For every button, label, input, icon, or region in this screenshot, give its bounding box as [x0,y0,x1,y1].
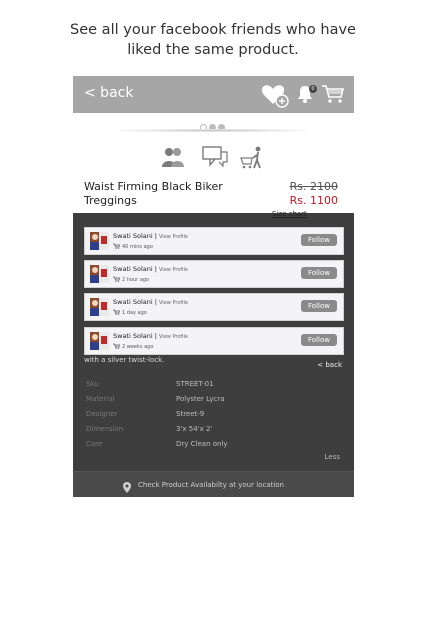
avatar[interactable] [90,265,109,283]
phone-screen: < back 0 Waist Firming Black Biker Tregg… [73,76,354,497]
product-name-line-2: Treggings [84,194,137,207]
follow-button[interactable]: Follow [301,300,337,312]
caption-line-1: See all your facebook friends who have [70,22,356,38]
like-card: Swati Solani | View Profile 2 hour ago F… [84,260,344,288]
spec-label-material: Material [86,395,115,403]
follow-button[interactable]: Follow [301,334,337,346]
spec-value-dimension: 3'x 54'x 2' [176,425,213,433]
spec-value-designer: Street-9 [176,410,205,418]
product-name: Waist Firming Black Biker Treggings [84,180,223,208]
friend-name[interactable]: Swati Solani [113,332,153,340]
view-profile-link[interactable]: View Profile [159,267,188,273]
mini-cart-icon [113,243,120,249]
caption: See all your facebook friends who have l… [0,20,426,60]
spec-value-material: Polyster Lycra [176,395,225,403]
original-price: Rs. 2100 [289,180,338,193]
mini-cart-icon [113,276,120,282]
mini-cart-icon [113,309,120,315]
chat-icon[interactable] [202,146,228,172]
avatar[interactable] [90,232,109,250]
availability-bar[interactable]: Check Product Availabilty at your locati… [73,471,354,497]
caption-line-2: liked the same product. [127,42,299,58]
follow-button[interactable]: Follow [301,267,337,279]
like-time: 40 mins ago [113,243,153,250]
time-text: 1 day ago [122,310,147,316]
less-toggle[interactable]: Less [325,453,340,461]
friend-name-line: Swati Solani | View Profile [113,232,188,240]
spec-label-sku: Sku [86,380,99,388]
view-profile-link[interactable]: View Profile [159,334,188,340]
details-back-link[interactable]: < back [317,361,342,369]
avatar[interactable] [90,332,109,350]
cart-icon[interactable] [321,84,345,108]
friend-name-line: Swati Solani | View Profile [113,265,188,273]
time-text: 40 mins ago [122,244,153,250]
location-pin-icon [123,478,131,497]
view-profile-link[interactable]: View Profile [159,234,188,240]
shopper-cart-icon[interactable] [239,146,265,174]
heart-plus-icon[interactable] [261,82,289,112]
like-card: Swati Solani | View Profile 2 weeks ago … [84,327,344,355]
like-card: Swati Solani | View Profile 1 day ago Fo… [84,293,344,321]
spec-label-dimension: Dimension [86,425,124,433]
time-text: 2 hour ago [122,277,150,283]
like-time: 2 hour ago [113,276,149,283]
like-card: Swati Solani | View Profile 40 mins ago … [84,227,344,255]
notification-badge: 0 [309,85,317,93]
friend-name[interactable]: Swati Solani [113,232,153,240]
back-button[interactable]: < back [84,85,133,101]
availability-text: Check Product Availabilty at your locati… [138,481,284,489]
size-chart-link[interactable]: Size chart [272,210,307,218]
view-profile-link[interactable]: View Profile [159,300,188,306]
spec-label-designer: Designer [86,410,118,418]
friend-name[interactable]: Swati Solani [113,265,153,273]
friend-name[interactable]: Swati Solani [113,298,153,306]
friend-name-line: Swati Solani | View Profile [113,332,188,340]
like-time: 2 weeks ago [113,343,153,350]
friends-icon[interactable] [161,146,185,172]
product-details-overlay: with a silver twist-lock. < back Sku STR… [73,213,354,497]
mini-cart-icon [113,343,120,349]
carousel-dots[interactable] [200,116,227,135]
product-name-line-1: Waist Firming Black Biker [84,180,223,193]
product-shelf-shadow [118,129,308,132]
description-text: with a silver twist-lock. [84,356,165,364]
spec-label-care: Care [86,440,103,448]
top-bar: < back 0 [73,76,354,113]
product-carousel[interactable]: Waist Firming Black Biker Treggings Rs. … [73,113,354,213]
spec-value-care: Dry Clean only [176,440,228,448]
like-time: 1 day ago [113,309,147,316]
friend-name-line: Swati Solani | View Profile [113,298,188,306]
avatar[interactable] [90,298,109,316]
time-text: 2 weeks ago [122,344,154,350]
sale-price: Rs. 1100 [289,194,338,207]
spec-value-sku: STREET-01 [176,380,214,388]
follow-button[interactable]: Follow [301,234,337,246]
